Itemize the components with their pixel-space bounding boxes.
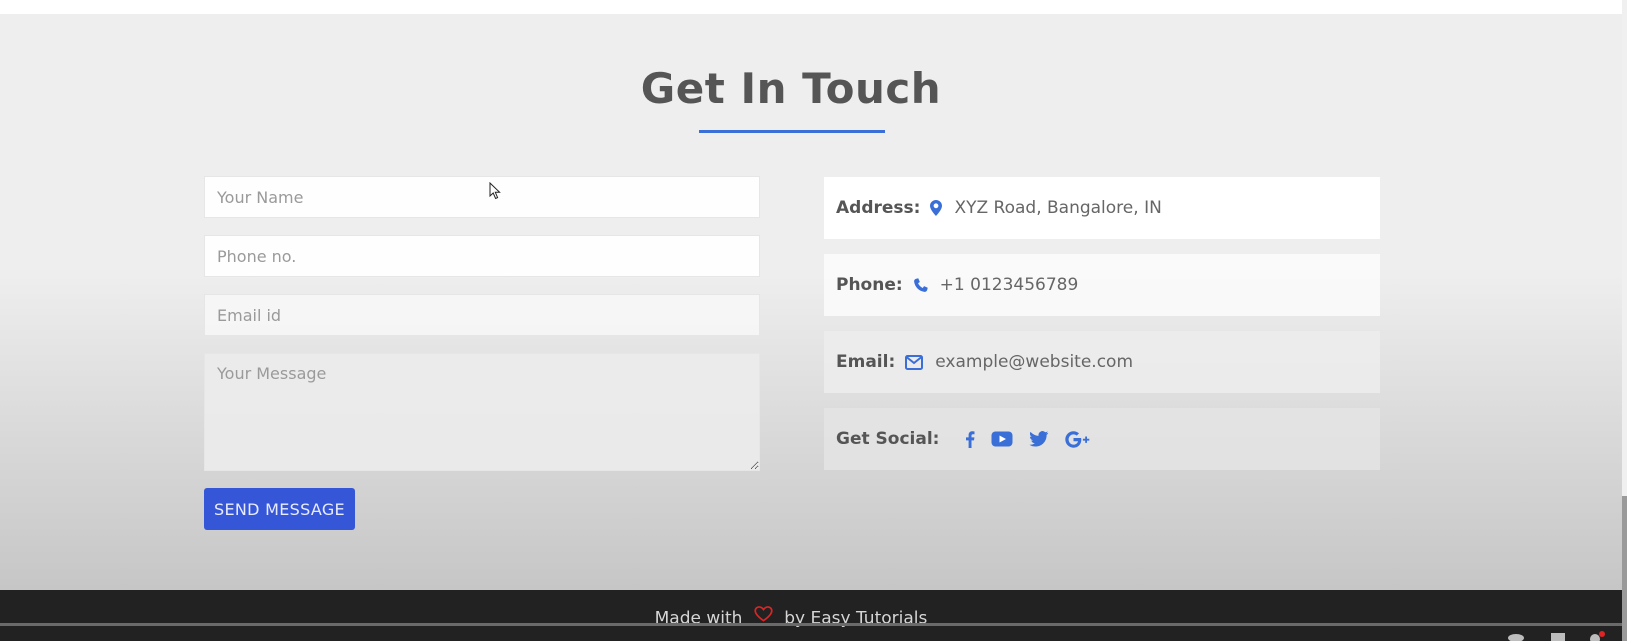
phone-box: Phone: +1 0123456789 [824,254,1380,316]
email-label: Email: [836,352,896,372]
page-title: Get In Touch [640,64,942,113]
email-input[interactable] [204,294,760,336]
top-strip [0,0,1627,14]
taskbar-divider [0,623,1622,626]
tray-cloud-icon [1508,634,1524,641]
scrollbar-thumb[interactable] [1622,496,1627,641]
footer: Made with by Easy Tutorials [0,590,1622,641]
map-marker-icon [930,200,943,216]
envelope-icon [905,354,924,370]
phone-icon [913,277,928,293]
social-label: Get Social: [836,429,940,449]
name-input[interactable] [204,176,760,218]
phone-input[interactable] [204,235,760,277]
mouse-cursor-icon [489,182,501,200]
youtube-icon[interactable] [991,431,1013,447]
contact-section: Get In Touch SEND MESSAGE Address: XYZ R… [0,14,1627,590]
address-value: XYZ Road, Bangalore, IN [954,198,1162,218]
facebook-icon[interactable] [965,430,975,448]
email-value: example@website.com [935,352,1134,372]
tray-settings-icon [1590,631,1605,641]
phone-value: +1 0123456789 [939,275,1079,295]
title-underline [699,130,885,133]
twitter-icon[interactable] [1029,431,1049,447]
social-box: Get Social: [824,408,1380,470]
send-message-button[interactable]: SEND MESSAGE [204,488,355,530]
tray-screen-icon [1551,633,1565,641]
google-plus-icon[interactable] [1065,430,1091,448]
email-box: Email: example@website.com [824,331,1380,393]
address-box: Address: XYZ Road, Bangalore, IN [824,177,1380,239]
address-label: Address: [836,198,921,218]
phone-label: Phone: [836,275,903,295]
message-textarea[interactable] [204,353,760,471]
